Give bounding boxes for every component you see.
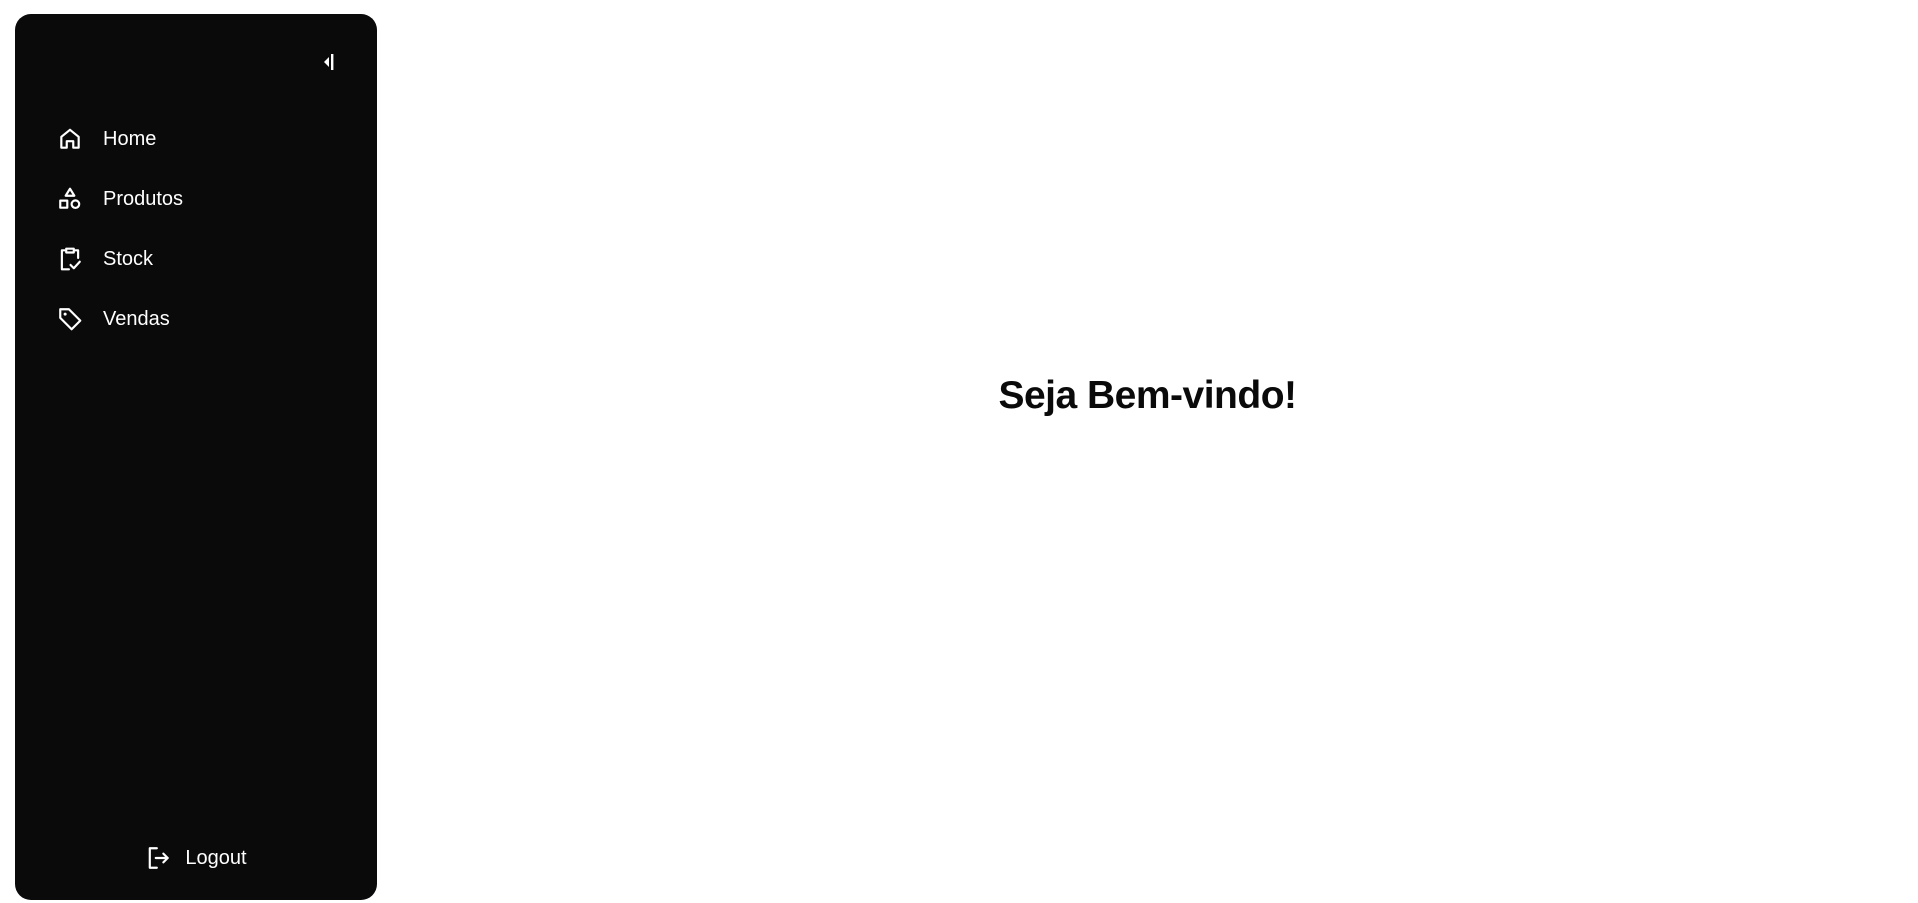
tag-icon xyxy=(56,305,84,333)
sidebar: Home Produtos Stock Vendas Logout xyxy=(15,14,377,900)
main-content: Seja Bem-vindo! xyxy=(377,0,1918,792)
sidebar-collapse-button[interactable] xyxy=(317,48,341,80)
logout-button[interactable]: Logout xyxy=(15,838,377,878)
sidebar-item-stock[interactable]: Stock xyxy=(15,229,377,289)
home-icon xyxy=(56,125,84,153)
shapes-icon xyxy=(56,185,84,213)
sidebar-item-label: Home xyxy=(103,128,157,150)
collapse-left-icon xyxy=(322,50,336,79)
sidebar-item-home[interactable]: Home xyxy=(15,109,377,169)
sidebar-item-label: Vendas xyxy=(103,308,170,330)
sidebar-item-label: Stock xyxy=(103,248,154,270)
sidebar-nav: Home Produtos Stock Vendas xyxy=(15,109,377,349)
welcome-heading: Seja Bem-vindo! xyxy=(998,374,1297,417)
sidebar-item-produtos[interactable]: Produtos xyxy=(15,169,377,229)
clipboard-check-icon xyxy=(56,245,84,273)
sidebar-item-vendas[interactable]: Vendas xyxy=(15,289,377,349)
sidebar-item-label: Produtos xyxy=(103,188,184,210)
app: Home Produtos Stock Vendas Logout Seja B… xyxy=(0,0,1918,903)
logout-icon xyxy=(145,844,173,872)
logout-label: Logout xyxy=(185,847,247,869)
